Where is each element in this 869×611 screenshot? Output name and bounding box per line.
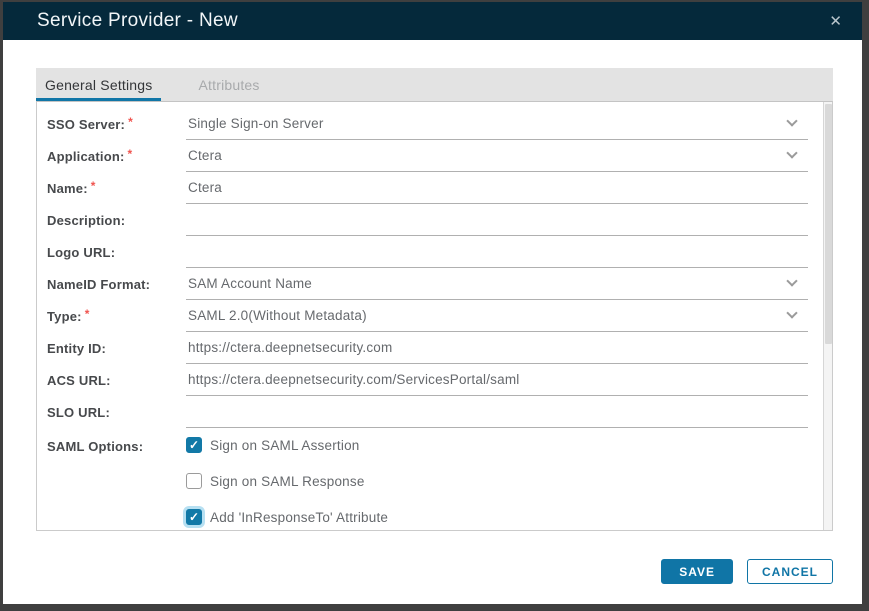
- field-label: SLO URL:: [47, 405, 110, 420]
- check-icon: ✓: [189, 511, 199, 523]
- sso-server-select[interactable]: Single Sign-on Server: [186, 108, 808, 140]
- field-value: https://ctera.deepnetsecurity.com: [186, 340, 392, 355]
- description-field[interactable]: [186, 204, 808, 236]
- required-asterisk: *: [128, 115, 133, 129]
- form-field-row: NameID Format:* SAM Account Name: [47, 268, 808, 300]
- checkbox-add-inresponseto-attribute[interactable]: ✓: [186, 509, 202, 525]
- field-value: SAM Account Name: [186, 276, 312, 291]
- slo-url-field[interactable]: [186, 396, 808, 428]
- field-label: ACS URL:: [47, 373, 111, 388]
- saml-options-checkboxes: ✓ Sign on SAML Assertion ✓ Sign on SAML …: [186, 436, 388, 531]
- checkbox-label: Sign on SAML Response: [210, 474, 365, 489]
- close-icon[interactable]: ✕: [826, 11, 845, 32]
- form-field-row: Type:* SAML 2.0(Without Metadata): [47, 300, 808, 332]
- chevron-down-icon: [786, 115, 797, 126]
- entity-id-field[interactable]: https://ctera.deepnetsecurity.com: [186, 332, 808, 364]
- check-icon: ✓: [189, 439, 199, 451]
- form-field-row: Logo URL:*: [47, 236, 808, 268]
- tab-bar: General Settings Attributes: [36, 68, 833, 101]
- checkbox-label: Sign on SAML Assertion: [210, 438, 359, 453]
- field-label: Entity ID:: [47, 341, 106, 356]
- field-value: Single Sign-on Server: [186, 116, 324, 131]
- form-field-row: Entity ID:* https://ctera.deepnetsecurit…: [47, 332, 808, 364]
- form-field-row: SLO URL:*: [47, 396, 808, 428]
- acs-url-field[interactable]: https://ctera.deepnetsecurity.com/Servic…: [186, 364, 808, 396]
- required-asterisk: *: [128, 147, 133, 161]
- form-field-row: ACS URL:* https://ctera.deepnetsecurity.…: [47, 364, 808, 396]
- chevron-down-icon: [786, 275, 797, 286]
- type-select[interactable]: SAML 2.0(Without Metadata): [186, 300, 808, 332]
- scrollbar-thumb[interactable]: [825, 104, 832, 344]
- field-value: Ctera: [186, 180, 222, 195]
- field-value: Ctera: [186, 148, 222, 163]
- chevron-down-icon: [786, 147, 797, 158]
- saml-options-group: SAML Options: ✓ Sign on SAML Assertion ✓…: [47, 436, 808, 531]
- vertical-scrollbar[interactable]: [823, 102, 832, 530]
- required-asterisk: *: [85, 307, 90, 321]
- chevron-down-icon: [786, 307, 797, 318]
- field-label: SSO Server:: [47, 117, 125, 132]
- required-asterisk: *: [91, 179, 96, 193]
- dialog-title: Service Provider - New: [37, 10, 238, 32]
- checkbox-row: ✓ Add 'InResponseTo' Attribute: [186, 508, 388, 531]
- nameid-format-select[interactable]: SAM Account Name: [186, 268, 808, 300]
- field-label: Description:: [47, 213, 125, 228]
- form-field-row: SSO Server:* Single Sign-on Server: [47, 108, 808, 140]
- tab-general-settings[interactable]: General Settings: [36, 68, 161, 101]
- service-provider-dialog: Service Provider - New ✕ General Setting…: [3, 2, 862, 604]
- checkbox-row: ✓ Sign on SAML Response: [186, 472, 388, 508]
- form-field-row: Name:* Ctera: [47, 172, 808, 204]
- form-panel: SSO Server:* Single Sign-on Server Appli…: [36, 101, 833, 531]
- logo-url-field[interactable]: [186, 236, 808, 268]
- saml-options-label: SAML Options:: [47, 436, 186, 531]
- checkbox-row: ✓ Sign on SAML Assertion: [186, 436, 388, 472]
- field-label: Logo URL:: [47, 245, 115, 260]
- name-field[interactable]: Ctera: [186, 172, 808, 204]
- form-field-row: Description:*: [47, 204, 808, 236]
- field-label: Application:: [47, 149, 125, 164]
- field-label: Type:: [47, 309, 82, 324]
- application-select[interactable]: Ctera: [186, 140, 808, 172]
- field-value: https://ctera.deepnetsecurity.com/Servic…: [186, 372, 519, 387]
- field-label: NameID Format:: [47, 277, 150, 292]
- form-field-row: Application:* Ctera: [47, 140, 808, 172]
- dialog-footer: SAVE CANCEL: [36, 559, 833, 584]
- checkbox-sign-on-saml-assertion[interactable]: ✓: [186, 437, 202, 453]
- dialog-body: General Settings Attributes SSO Server:*…: [3, 40, 862, 604]
- save-button[interactable]: SAVE: [661, 559, 733, 584]
- tab-attributes[interactable]: Attributes: [189, 68, 268, 101]
- checkbox-sign-on-saml-response[interactable]: ✓: [186, 473, 202, 489]
- field-value: SAML 2.0(Without Metadata): [186, 308, 367, 323]
- cancel-button[interactable]: CANCEL: [747, 559, 833, 584]
- field-label: Name:: [47, 181, 88, 196]
- checkbox-label: Add 'InResponseTo' Attribute: [210, 510, 388, 525]
- dialog-header: Service Provider - New ✕: [3, 2, 862, 40]
